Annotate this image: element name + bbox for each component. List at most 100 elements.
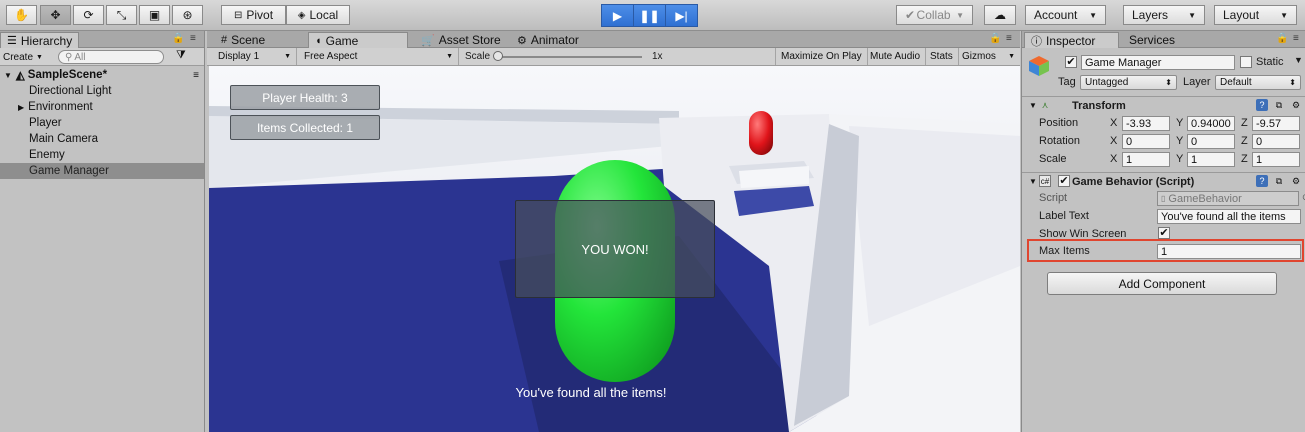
display-dropdown[interactable]: Display 1 ▼ xyxy=(213,48,297,65)
list-item[interactable]: Directional Light xyxy=(0,83,204,99)
max-items-field[interactable]: 1 xyxy=(1157,244,1301,259)
maximize-on-play-toggle[interactable]: Maximize On Play xyxy=(775,48,868,65)
position-y-field[interactable]: 0.94000 xyxy=(1187,116,1235,131)
filter-icon[interactable]: ⧩ xyxy=(176,49,186,62)
gizmos-dropdown[interactable]: Gizmos ▼ xyxy=(957,48,1020,65)
mute-audio-toggle[interactable]: Mute Audio xyxy=(865,48,927,65)
layer-label: Layer xyxy=(1183,76,1211,88)
panel-menu-icon[interactable]: ≡ xyxy=(1006,33,1012,44)
hierarchy-search-input[interactable]: ⚲ All xyxy=(58,50,164,64)
help-icon[interactable]: ? xyxy=(1256,99,1268,111)
panel-menu-icon[interactable]: ≡ xyxy=(190,33,196,44)
play-icon: ▶ xyxy=(612,8,623,23)
stats-toggle[interactable]: Stats xyxy=(925,48,959,65)
scale-slider-handle[interactable] xyxy=(493,51,503,61)
layers-dropdown[interactable]: Layers ▼ xyxy=(1123,5,1205,25)
list-item[interactable]: Enemy xyxy=(0,147,204,163)
hand-tool-button[interactable]: ✋ xyxy=(6,5,37,25)
tab-animator[interactable]: ⚙ Animator xyxy=(511,32,585,48)
collapsed-arrow-icon[interactable]: ▶ xyxy=(18,103,24,112)
lock-icon[interactable]: 🔒 xyxy=(172,33,184,44)
scale-tool-button[interactable]: ⤡ xyxy=(106,5,137,25)
tab-services[interactable]: Services xyxy=(1123,32,1181,48)
game-behavior-header[interactable]: ▼ c# ✔ Game Behavior (Script) ? ⧉ ⚙ xyxy=(1022,172,1305,189)
scale-x-field[interactable]: 1 xyxy=(1122,152,1170,167)
label-text-field[interactable]: You've found all the items xyxy=(1157,209,1301,224)
collab-dropdown[interactable]: ✔ Collab ▼ xyxy=(896,5,973,25)
cloud-button[interactable]: ☁ xyxy=(984,5,1016,25)
list-item[interactable]: Main Camera xyxy=(0,131,204,147)
rotation-z-field[interactable]: 0 xyxy=(1252,134,1300,149)
object-name-field[interactable]: Game Manager xyxy=(1081,55,1235,70)
rotate-tool-button[interactable]: ⟳ xyxy=(73,5,104,25)
tab-asset-store[interactable]: 🛒 Asset Store xyxy=(415,32,507,48)
list-item-selected[interactable]: Game Manager xyxy=(0,163,204,179)
step-button[interactable]: ▶| xyxy=(665,4,698,27)
panel-menu-icon[interactable]: ≡ xyxy=(1293,33,1299,44)
active-checkbox[interactable]: ✔ xyxy=(1065,56,1077,68)
local-button[interactable]: ◈ Local xyxy=(286,5,350,25)
scene-menu-icon[interactable]: ≡ xyxy=(193,70,199,81)
move-icon: ✥ xyxy=(50,8,61,22)
hierarchy-toolbar: Create ▼ ⚲ All ⧩ xyxy=(0,48,204,66)
search-placeholder: All xyxy=(74,51,86,63)
presets-icon[interactable]: ⧉ xyxy=(1273,175,1285,187)
component-enabled-checkbox[interactable]: ✔ xyxy=(1058,175,1070,187)
gamepad-icon: ◖ xyxy=(315,34,322,47)
display-label: Display 1 xyxy=(218,51,260,62)
tab-game[interactable]: ◖ Game xyxy=(308,32,408,48)
pause-icon: ❚❚ xyxy=(639,8,660,23)
chevron-down-icon: ▼ xyxy=(36,53,43,61)
rect-tool-button[interactable]: ▣ xyxy=(139,5,170,25)
account-dropdown[interactable]: Account ▼ xyxy=(1025,5,1106,25)
collab-label: Collab xyxy=(916,8,951,22)
chevron-down-icon[interactable]: ▼ xyxy=(1294,55,1303,65)
layer-dropdown[interactable]: Default ⬍ xyxy=(1215,75,1301,90)
tab-scene[interactable]: # Scene xyxy=(215,32,271,48)
static-checkbox[interactable] xyxy=(1240,56,1252,68)
tab-asset-store-label: Asset Store xyxy=(438,33,501,47)
tab-inspector[interactable]: ⓘ Inspector xyxy=(1024,32,1119,48)
chevron-down-icon: ▼ xyxy=(446,53,453,60)
stats-label: Stats xyxy=(930,51,953,62)
create-dropdown[interactable]: Create ▼ xyxy=(3,50,43,64)
position-z-field[interactable]: -9.57 xyxy=(1252,116,1300,131)
inspector-tabbar: ⓘ Inspector Services 🔒 ≡ xyxy=(1022,31,1305,48)
play-button[interactable]: ▶ xyxy=(601,4,634,27)
transform-header[interactable]: ▼ ⋏ Transform ? ⧉ ⚙ xyxy=(1022,96,1305,113)
list-item[interactable]: Player xyxy=(0,115,204,131)
presets-icon[interactable]: ⧉ xyxy=(1273,99,1285,111)
help-icon[interactable]: ? xyxy=(1256,175,1268,187)
add-component-button[interactable]: Add Component xyxy=(1047,272,1277,295)
list-item[interactable]: ▶ Environment xyxy=(0,99,204,115)
transform-tool-button[interactable]: ⊛ xyxy=(172,5,203,25)
inspector-panel: ⓘ Inspector Services 🔒 ≡ ✔ Game Manager … xyxy=(1021,31,1305,432)
scale-slider-track[interactable] xyxy=(497,56,642,58)
show-win-screen-checkbox[interactable]: ✔ xyxy=(1158,227,1170,239)
axis-y-label: Y xyxy=(1176,117,1184,129)
pause-button[interactable]: ❚❚ xyxy=(633,4,666,27)
position-x-field[interactable]: -3.93 xyxy=(1122,116,1170,131)
move-tool-button[interactable]: ✥ xyxy=(40,5,71,25)
gear-icon[interactable]: ⚙ xyxy=(1290,99,1302,111)
gizmos-label: Gizmos xyxy=(962,51,996,62)
scale-z-field[interactable]: 1 xyxy=(1252,152,1300,167)
layout-dropdown[interactable]: Layout ▼ xyxy=(1214,5,1297,25)
pivot-button[interactable]: ⊟ Pivot xyxy=(221,5,286,25)
game-canvas[interactable]: Player Health: 3 Items Collected: 1 YOU … xyxy=(209,66,1020,432)
tab-hierarchy[interactable]: ☰ Hierarchy xyxy=(0,32,80,48)
expand-arrow-icon: ▼ xyxy=(1029,101,1037,110)
rotation-y-field[interactable]: 0 xyxy=(1187,134,1235,149)
tag-dropdown[interactable]: Untagged ⬍ xyxy=(1080,75,1177,90)
rotation-x-field[interactable]: 0 xyxy=(1122,134,1170,149)
scene-row[interactable]: ▼ ◭ SampleScene* ≡ xyxy=(0,67,204,83)
aspect-dropdown[interactable]: Free Aspect ▼ xyxy=(299,48,459,65)
scale-y-field[interactable]: 1 xyxy=(1187,152,1235,167)
lock-icon[interactable]: 🔒 xyxy=(989,33,1001,44)
you-won-button[interactable]: YOU WON! xyxy=(515,200,715,298)
account-label: Account xyxy=(1034,8,1078,22)
chevron-down-icon: ▼ xyxy=(1280,10,1288,20)
lock-icon[interactable]: 🔒 xyxy=(1276,33,1288,44)
gear-icon[interactable]: ⚙ xyxy=(1290,175,1302,187)
axis-x-label: X xyxy=(1110,135,1118,147)
